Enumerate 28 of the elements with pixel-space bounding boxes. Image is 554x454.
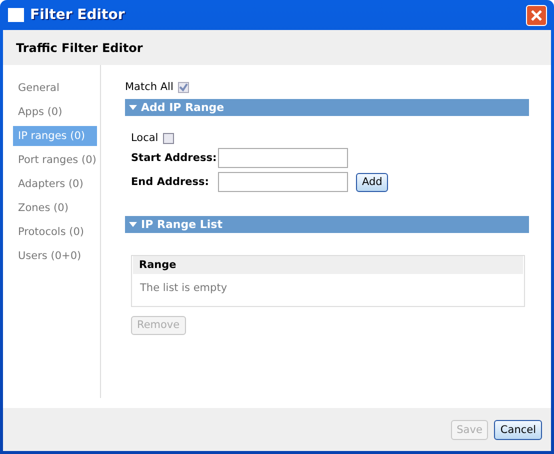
sidebar-item[interactable]: Adapters (0) — [13, 174, 100, 194]
dialog-heading: Traffic Filter Editor — [16, 40, 143, 54]
section-header[interactable]: IP Range List — [125, 216, 529, 233]
sidebar-item[interactable]: Port ranges (0) — [13, 150, 100, 170]
window-icon — [8, 8, 24, 22]
close-icon — [531, 10, 542, 20]
end-address-label: End Address: — [131, 176, 210, 188]
caret-icon — [129, 222, 137, 228]
start-address-field[interactable] — [218, 148, 348, 168]
checkbox[interactable] — [163, 132, 174, 144]
local-label: Local — [131, 132, 158, 144]
add-button[interactable]: Add — [356, 172, 388, 192]
close-button[interactable] — [526, 4, 547, 26]
end-address-field[interactable] — [218, 172, 348, 192]
sidebar-item[interactable]: IP ranges (0) — [13, 126, 97, 146]
sidebar-item[interactable]: Users (0+0) — [13, 246, 100, 266]
sidebar-item[interactable]: Apps (0) — [13, 102, 100, 122]
sidebar-item[interactable]: General — [13, 78, 100, 98]
dialog-button[interactable]: Cancel — [494, 420, 542, 440]
column-header: Range — [133, 256, 523, 274]
caret-icon — [129, 104, 137, 110]
start-address-label: Start Address: — [131, 152, 213, 164]
sidebar-item[interactable]: Protocols (0) — [13, 222, 100, 242]
window-title: Filter Editor — [30, 7, 126, 23]
match-all-label: Match All — [125, 81, 174, 93]
sidebar-item[interactable]: Zones (0) — [13, 198, 100, 218]
section-header[interactable]: Add IP Range — [125, 99, 529, 116]
empty-list-text: The list is empty — [139, 281, 228, 294]
